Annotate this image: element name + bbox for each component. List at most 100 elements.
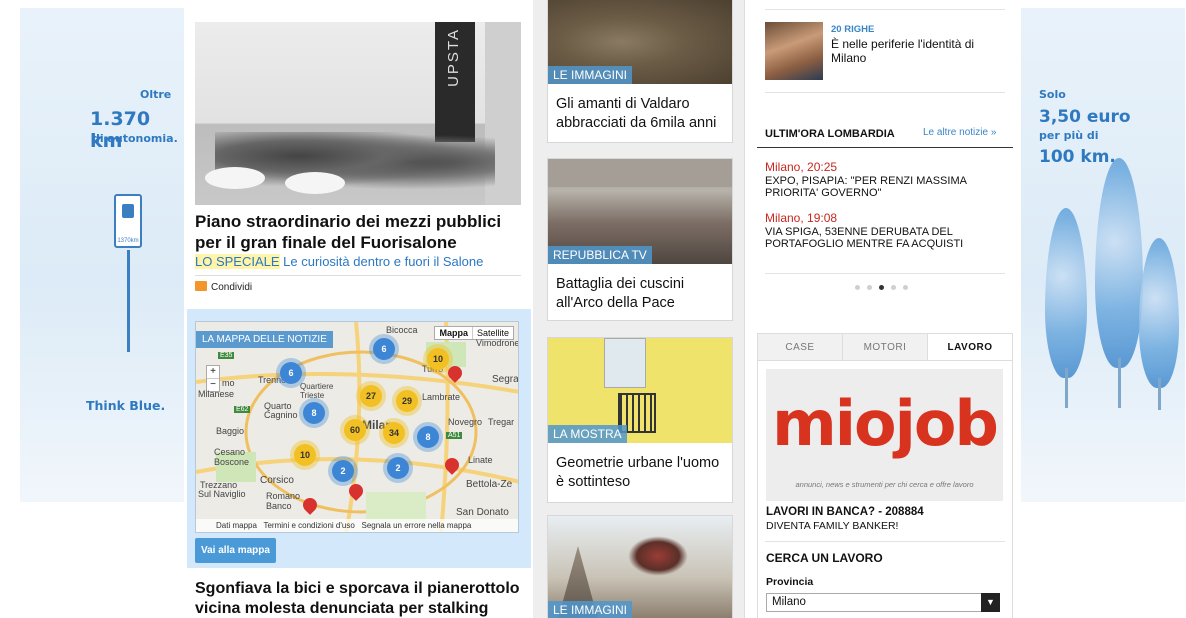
tab-lavoro[interactable]: LAVORO xyxy=(928,334,1012,360)
map-place-bicocca: Bicocca xyxy=(386,325,418,335)
map-place-cagnino: Cagnino xyxy=(264,410,298,420)
map-cluster[interactable]: 10 xyxy=(294,444,316,466)
zoom-control[interactable]: + − xyxy=(206,365,220,392)
mid-card-title[interactable]: Battaglia dei cuscini all'Arco della Pac… xyxy=(556,275,724,313)
ultimora-more-link[interactable]: Le altre notizie » xyxy=(923,127,996,138)
news-text[interactable]: EXPO, PISAPIA: "PER RENZI MASSIMA PRIORI… xyxy=(765,175,1005,199)
pump-pole xyxy=(127,250,130,352)
map-cluster[interactable]: 34 xyxy=(383,422,405,444)
job-subline[interactable]: DIVENTA FAMILY BANKER! xyxy=(766,520,898,532)
map-place-bettola: Bettola-Ze xyxy=(466,479,513,490)
job-headline[interactable]: LAVORI IN BANCA? - 208884 xyxy=(766,506,924,518)
speciale-tag[interactable]: LO SPECIALE xyxy=(195,254,280,269)
author-avatar[interactable] xyxy=(765,22,823,80)
speciale-link[interactable]: LO SPECIALE Le curiosità dentro e fuori … xyxy=(195,254,483,269)
map-footer-data[interactable]: Dati mappa xyxy=(216,521,257,530)
hero-photo[interactable]: UPSTA xyxy=(195,22,521,205)
mid-card[interactable]: LE IMMAGINI xyxy=(547,515,733,618)
news-map[interactable]: LA MAPPA DELLE NOTIZIE Mappa Satellite +… xyxy=(195,321,519,533)
carousel-dot[interactable] xyxy=(855,285,860,290)
chevron-down-icon[interactable]: ▼ xyxy=(981,593,1000,612)
mid-card[interactable]: LE IMMAGINI Gli amanti di Valdaro abbrac… xyxy=(547,0,733,143)
news-time: Milano, 19:08 xyxy=(765,211,838,225)
ad-right[interactable]: Solo 3,50 euro per più di 100 km. xyxy=(1021,8,1185,502)
map-toggle-map[interactable]: Mappa xyxy=(435,327,473,339)
fuel-pump-icon: 1370km xyxy=(114,194,142,248)
go-to-map-button[interactable]: Vai alla mappa xyxy=(195,538,276,563)
hero-title[interactable]: Piano straordinario dei mezzi pubblici p… xyxy=(195,211,525,253)
news-text[interactable]: VIA SPIGA, 53ENNE DERUBATA DEL PORTAFOGL… xyxy=(765,226,1005,250)
bottom-story-title[interactable]: Sgonfiava la bici e sporcava il pianerot… xyxy=(195,579,525,618)
news-map-box: LA MAPPA DELLE NOTIZIE Mappa Satellite +… xyxy=(187,309,531,568)
tree-trunk xyxy=(1118,358,1121,408)
ad-right-line3: per più di xyxy=(1039,129,1099,142)
map-place-lambrate: Lambrate xyxy=(422,392,461,402)
seat-image xyxy=(285,172,345,194)
mid-card-photo: LA MOSTRA xyxy=(548,338,732,443)
share-icon xyxy=(195,281,207,291)
tab-motori[interactable]: MOTORI xyxy=(843,334,928,360)
map-road-a51: A51 xyxy=(446,432,463,439)
province-select[interactable]: Milano ▼ xyxy=(766,593,1000,612)
mid-card-title[interactable]: Geometrie urbane l'uomo è sottinteso xyxy=(556,454,724,492)
crowd-sky xyxy=(548,159,732,187)
map-footer-report[interactable]: Segnala un errore nella mappa xyxy=(361,521,471,530)
divider xyxy=(765,9,1005,10)
map-place-trieste: Trieste xyxy=(300,391,325,400)
ad-left-badge: 1370km xyxy=(117,238,139,244)
ad-left-line3: di autonomia. xyxy=(92,132,178,145)
ad-left-km: 1.370 km xyxy=(90,108,151,152)
zoom-in-button[interactable]: + xyxy=(207,366,219,379)
map-cluster[interactable]: 2 xyxy=(387,457,409,479)
mid-card[interactable]: LA MOSTRA Geometrie urbane l'uomo è sott… xyxy=(547,337,733,503)
map-cluster[interactable]: 29 xyxy=(396,390,418,412)
miojob-tagline: annunci, news e strumenti per chi cerca … xyxy=(795,480,974,489)
map-cluster[interactable]: 2 xyxy=(332,460,354,482)
carousel-dot[interactable] xyxy=(891,285,896,290)
province-label: Provincia xyxy=(766,576,814,588)
miojob-logo: miojob xyxy=(772,387,999,460)
map-place-milanese: Milanese xyxy=(198,389,235,399)
map-cluster[interactable]: 6 xyxy=(373,338,395,360)
ad-left-line1: Oltre xyxy=(140,88,172,101)
map-place-banco: Banco xyxy=(266,501,292,511)
mid-card-tag: REPUBBLICA TV xyxy=(548,246,652,264)
map-cluster[interactable]: 10 xyxy=(427,348,449,370)
map-cluster[interactable]: 27 xyxy=(360,385,382,407)
speciale-text[interactable]: Le curiosità dentro e fuori il Salone xyxy=(283,254,483,269)
map-place-corsico: Corsico xyxy=(260,475,294,486)
ad-right-km: 100 km. xyxy=(1039,147,1116,167)
mid-card-tag: LE IMMAGINI xyxy=(548,601,633,618)
mid-card-title[interactable]: Gli amanti di Valdaro abbracciati da 6mi… xyxy=(556,95,724,133)
ad-left[interactable]: Oltre 1.370 km di autonomia. 1370km Thin… xyxy=(20,8,184,502)
venti-righe-title[interactable]: È nelle periferie l'identità di Milano xyxy=(831,37,1006,65)
map-tag: LA MAPPA DELLE NOTIZIE xyxy=(196,331,333,348)
ad-left-brand: Think Blue. xyxy=(86,398,166,413)
tab-case[interactable]: CASE xyxy=(758,334,843,360)
map-cluster[interactable]: 60 xyxy=(344,419,366,441)
column-gutter xyxy=(744,0,758,618)
carousel-dot-active[interactable] xyxy=(879,285,884,290)
divider xyxy=(765,92,1005,93)
carousel-dot[interactable] xyxy=(867,285,872,290)
divider xyxy=(765,273,1005,274)
miojob-banner[interactable]: miojob annunci, news e strumenti per chi… xyxy=(766,369,1003,501)
map-place-baggio: Baggio xyxy=(216,426,245,436)
carousel-dot[interactable] xyxy=(903,285,908,290)
map-place-mo: mo xyxy=(222,378,235,388)
map-place-san-donato: San Donato xyxy=(456,507,509,518)
share-button[interactable]: Condividi xyxy=(195,275,521,293)
banner-text: UPSTA xyxy=(445,28,462,87)
map-place-romano: Romano xyxy=(266,491,301,501)
carousel-dots[interactable] xyxy=(855,285,908,290)
map-footer-terms[interactable]: Termini e condizioni d'uso xyxy=(263,521,354,530)
map-cluster[interactable]: 8 xyxy=(303,402,325,424)
tree-image xyxy=(1095,158,1143,368)
mid-card[interactable]: REPUBBLICA TV Battaglia dei cuscini all'… xyxy=(547,158,733,321)
map-road-e35: E35 xyxy=(218,352,235,359)
map-place-segra: Segra xyxy=(492,374,519,385)
ultimora-heading: ULTIM'ORA LOMBARDIA xyxy=(765,128,895,140)
province-value: Milano xyxy=(772,596,806,608)
map-cluster[interactable]: 6 xyxy=(280,362,302,384)
map-cluster[interactable]: 8 xyxy=(417,426,439,448)
